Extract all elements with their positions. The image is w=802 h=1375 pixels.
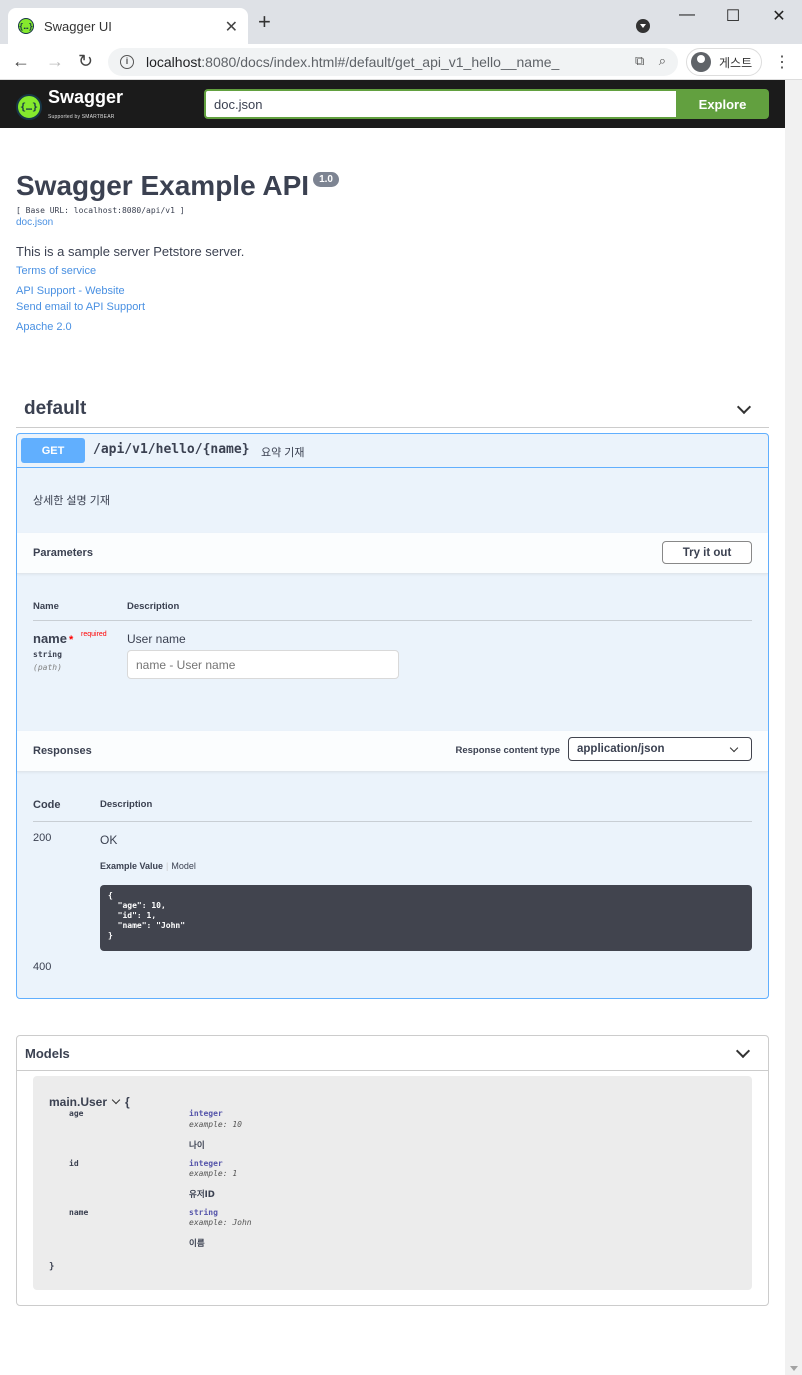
explore-button[interactable]: Explore	[676, 89, 769, 119]
api-title: Swagger Example API	[16, 170, 310, 201]
prop-description: 이름	[189, 1239, 205, 1249]
prop-type: string	[189, 1208, 218, 1217]
support-website-link[interactable]: API Support - Website	[16, 285, 776, 297]
models-section: Models main.User{ age integer example: 1…	[16, 1035, 769, 1306]
logo-text: Swagger	[48, 87, 124, 107]
model-tab[interactable]: Model	[171, 861, 196, 871]
prop-description: 유저ID	[189, 1190, 215, 1200]
prop-name: name	[69, 1208, 89, 1217]
address-bar[interactable]: i localhost:8080/docs/index.html#/defaul…	[108, 48, 678, 76]
prop-description: 나이	[189, 1141, 205, 1151]
param-description: User name	[127, 632, 186, 646]
maximize-icon[interactable]: ☐	[710, 6, 756, 26]
operation-summary[interactable]: GET /api/v1/hello/{name} 요약 기재	[17, 434, 768, 468]
site-info-icon[interactable]: i	[120, 55, 134, 69]
tag-section-header[interactable]: default	[16, 390, 769, 428]
col-description: Description	[127, 601, 180, 612]
col-name: Name	[33, 601, 59, 612]
swagger-logo-icon: {…}	[16, 94, 42, 120]
browser-toolbar: ← → ↻ i localhost:8080/docs/index.html#/…	[0, 44, 802, 80]
version-badge: 1.0	[313, 172, 339, 187]
responses-header: Responses Response content type applicat…	[17, 731, 768, 772]
response-code: 200	[33, 832, 52, 844]
tab-title: Swagger UI	[44, 18, 112, 34]
scroll-down-icon[interactable]	[790, 1366, 798, 1371]
back-icon[interactable]: ←	[12, 51, 30, 72]
new-tab-icon[interactable]: +	[258, 11, 271, 33]
url-path: :8080/docs/index.html#/default/get_api_v…	[201, 54, 560, 70]
swagger-favicon-icon: {…}	[18, 18, 34, 34]
chevron-down-icon[interactable]	[736, 399, 752, 415]
prop-name: id	[69, 1159, 79, 1168]
tab-search-icon[interactable]	[636, 19, 650, 33]
col-response-description: Description	[100, 799, 153, 810]
spec-link[interactable]: doc.json	[16, 217, 776, 228]
browser-tab-strip: {…} Swagger UI ✕ + — ☐ ✕	[0, 0, 802, 44]
operation-path: /api/v1/hello/{name}	[93, 442, 250, 457]
minimize-icon[interactable]: —	[664, 6, 710, 24]
operation-summary-text: 요약 기재	[261, 447, 305, 459]
api-description: This is a sample server Petstore server.	[16, 244, 245, 259]
menu-icon[interactable]: ⋮	[774, 52, 790, 72]
parameters-title: Parameters	[33, 547, 93, 559]
prop-example: example: John	[189, 1218, 252, 1227]
base-url: [ Base URL: localhost:8080/api/v1 ]	[16, 206, 185, 215]
models-title: Models	[25, 1046, 70, 1061]
avatar-icon	[691, 52, 711, 72]
prop-name: age	[69, 1109, 84, 1118]
param-type: string	[33, 650, 62, 659]
param-location: (path)	[33, 663, 62, 672]
content-type-label: Response content type	[455, 745, 560, 756]
close-tab-icon[interactable]: ✕	[225, 17, 238, 37]
url-host: localhost	[146, 54, 202, 70]
terms-link[interactable]: Terms of service	[16, 265, 776, 277]
prop-type: integer	[189, 1109, 223, 1118]
translate-and-zoom-icons[interactable]: ⧉ ⌕	[635, 53, 666, 69]
param-name: name *	[33, 631, 74, 646]
example-tabs: Example Value | Model	[100, 861, 196, 871]
chevron-down-icon	[111, 1095, 121, 1105]
example-json: { "age": 10, "id": 1, "name": "John" }	[100, 885, 752, 951]
prop-example: example: 1	[189, 1169, 238, 1178]
api-info: Swagger Example API 1.0 [ Base URL: local…	[16, 170, 776, 333]
support-email-link[interactable]: Send email to API Support	[16, 301, 776, 313]
chevron-down-icon	[729, 743, 739, 753]
method-badge: GET	[21, 438, 85, 463]
parameters-header: Parameters Try it out	[17, 533, 768, 574]
operation-description: 상세한 설명 기재	[33, 495, 110, 507]
tag-title: default	[24, 398, 87, 419]
window-close-icon[interactable]: ✕	[756, 6, 802, 26]
page-scrollbar[interactable]	[785, 80, 802, 1375]
models-header[interactable]: Models	[17, 1036, 768, 1071]
logo-subtext: Supported by SMARTBEAR	[48, 114, 115, 120]
name-param-input[interactable]	[127, 650, 399, 679]
model-name[interactable]: main.User{	[49, 1095, 130, 1109]
browser-tab[interactable]: {…} Swagger UI ✕	[8, 8, 248, 44]
try-it-out-button[interactable]: Try it out	[662, 541, 752, 564]
col-code: Code	[33, 799, 61, 811]
license-link[interactable]: Apache 2.0	[16, 321, 776, 333]
content-type-select[interactable]: application/json	[568, 737, 752, 761]
divider	[33, 620, 752, 621]
example-value-tab[interactable]: Example Value	[100, 861, 163, 871]
swagger-topbar: {…} Swagger Supported by SMARTBEAR Explo…	[0, 80, 785, 128]
spec-url-input[interactable]	[204, 89, 676, 119]
operation-block: GET /api/v1/hello/{name} 요약 기재 상세한 설명 기재…	[16, 433, 769, 999]
prop-example: example: 10	[189, 1120, 242, 1129]
response-code: 400	[33, 961, 52, 973]
forward-icon[interactable]: →	[46, 51, 64, 72]
profile-button[interactable]: 게스트	[686, 48, 762, 76]
required-label: required	[81, 631, 107, 638]
swagger-logo[interactable]: {…} Swagger Supported by SMARTBEAR	[16, 88, 123, 126]
response-description: OK	[100, 833, 118, 847]
model-user: main.User{ age integer example: 10 나이 id…	[33, 1076, 752, 1290]
prop-type: integer	[189, 1159, 223, 1168]
responses-title: Responses	[33, 745, 92, 757]
chevron-down-icon[interactable]	[735, 1043, 751, 1059]
close-brace: }	[49, 1262, 55, 1272]
reload-icon[interactable]: ↻	[78, 51, 93, 72]
profile-label: 게스트	[719, 55, 753, 70]
divider	[33, 821, 752, 822]
